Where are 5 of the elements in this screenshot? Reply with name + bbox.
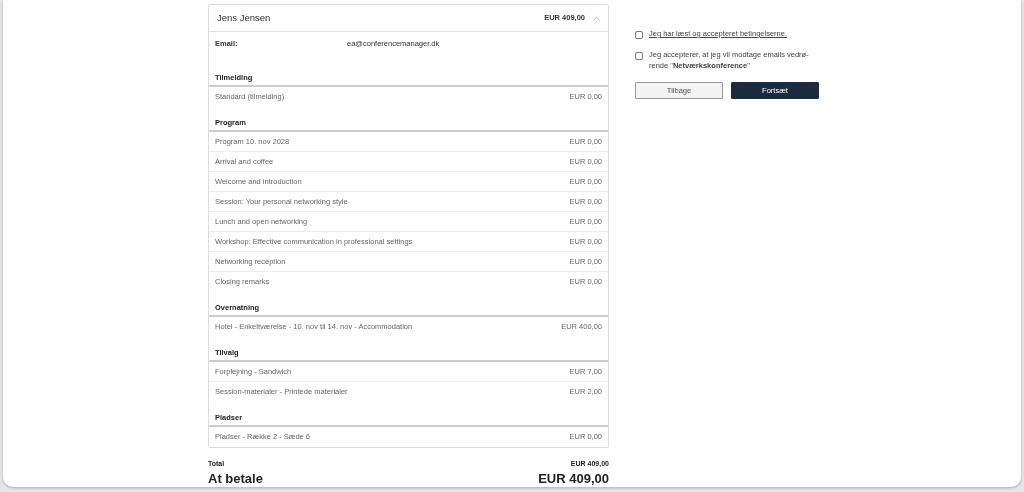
to-pay-value: EUR 409,00 <box>538 471 609 487</box>
to-pay-label: At betale <box>208 471 263 487</box>
checkbox[interactable] <box>635 31 643 39</box>
checkbox[interactable] <box>635 51 643 60</box>
attendee-name: Jens Jensen <box>217 10 271 25</box>
